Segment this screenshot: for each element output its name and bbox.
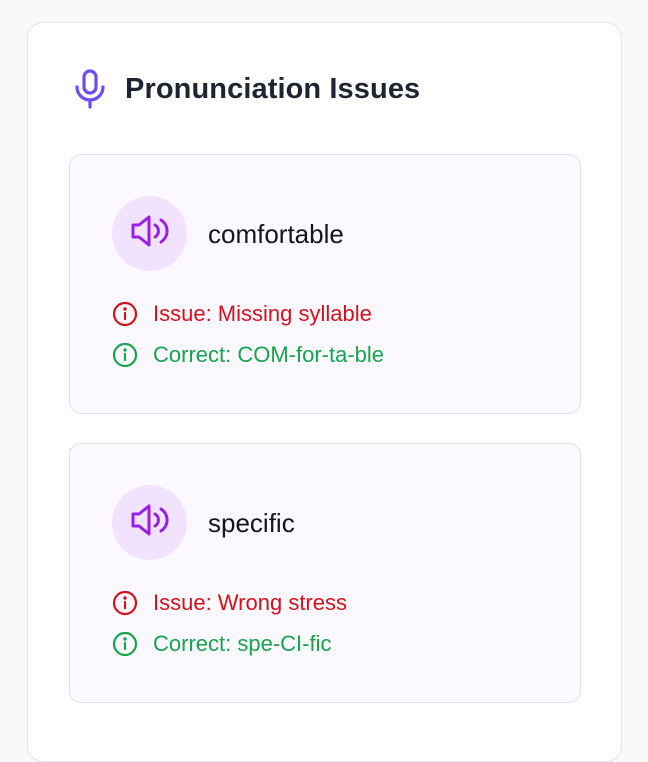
- word-label: comfortable: [208, 219, 344, 249]
- word-label: specific: [208, 508, 295, 538]
- speaker-icon: [130, 503, 170, 542]
- issue-text: Issue: Wrong stress: [153, 590, 347, 615]
- pronunciation-card: specific Issue: Wrong stress Correct: sp…: [69, 443, 581, 703]
- play-audio-button[interactable]: [112, 196, 187, 271]
- speaker-icon: [130, 214, 170, 253]
- info-circle-icon: [112, 590, 138, 616]
- pronunciation-card: comfortable Issue: Missing syllable Corr…: [69, 154, 581, 414]
- issue-text: Issue: Missing syllable: [153, 301, 372, 326]
- correct-text: Correct: COM-for-ta-ble: [153, 342, 385, 367]
- issue-row: Issue: Missing syllable: [112, 300, 372, 328]
- microphone-icon: [72, 67, 108, 111]
- panel-title: Pronunciation Issues: [125, 72, 421, 105]
- info-circle-icon: [112, 301, 138, 327]
- info-circle-icon: [112, 631, 138, 657]
- correct-row: Correct: COM-for-ta-ble: [112, 341, 384, 369]
- panel-header: Pronunciation Issues: [72, 67, 420, 111]
- play-audio-button[interactable]: [112, 485, 187, 560]
- issue-row: Issue: Wrong stress: [112, 589, 347, 617]
- correct-row: Correct: spe-CI-fic: [112, 630, 331, 658]
- pronunciation-issues-panel: Pronunciation Issues comfortable Issue: …: [27, 22, 622, 762]
- info-circle-icon: [112, 342, 138, 368]
- correct-text: Correct: spe-CI-fic: [153, 631, 332, 656]
